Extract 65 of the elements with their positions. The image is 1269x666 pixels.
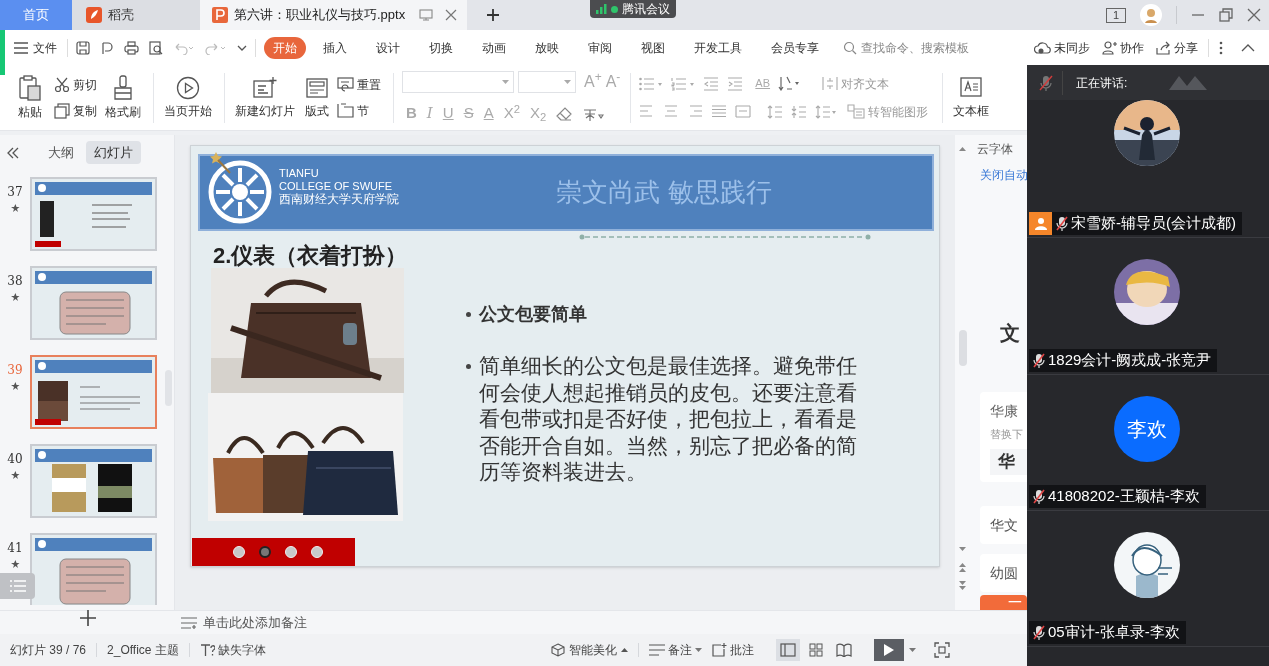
ribbon-tab[interactable]: 切换 [417, 36, 465, 59]
font-card[interactable]: 华文 [980, 506, 1027, 544]
slide-number: 40 [7, 451, 23, 468]
participant-name: 05审计-张卓录-李欢 [1048, 622, 1180, 643]
text-box-button[interactable]: 文本框 [953, 75, 990, 120]
section-button[interactable]: 节 [337, 101, 381, 120]
bullet-text: 公文包要简单 [479, 303, 587, 326]
slide-title: 2.仪表（衣着打扮） [213, 242, 408, 270]
slide-number: 38 [7, 273, 23, 290]
ribbon-tab[interactable]: 插入 [311, 36, 359, 59]
meeting-app-name: 腾讯会议 [622, 1, 670, 18]
panel-tab[interactable]: 幻灯片 [86, 140, 141, 165]
paste-button[interactable]: 粘贴 [10, 74, 50, 121]
search-field[interactable]: 查找命令、搜索模板 [861, 38, 991, 57]
font-card[interactable]: 华康 替换下 华 [980, 392, 1027, 482]
speaking-label: 正在讲话: [1076, 74, 1128, 92]
font-name: 华康 [990, 402, 1018, 420]
theme-button[interactable]: 2_Office 主题 [107, 641, 179, 659]
comments-button[interactable]: 批注 [711, 641, 754, 659]
slide-number: 37 [7, 184, 23, 201]
slide-number: 41 [7, 540, 23, 557]
notes-field[interactable]: 单击此处添加备注 [203, 612, 503, 633]
panel-tab[interactable]: 大纲 [40, 140, 82, 165]
copy-button[interactable]: 复制 [54, 101, 97, 120]
replace-hint: 替换下 [990, 428, 1023, 441]
cloud-fonts-dropdown[interactable]: 云字体 [977, 140, 1013, 158]
motto: 崇文尚武 敏思践行 [556, 176, 773, 209]
ribbon-tab[interactable]: 放映 [523, 36, 571, 59]
college-name: TIANFU [279, 167, 320, 180]
ribbon-tab[interactable]: 视图 [629, 36, 677, 59]
ribbon-tab[interactable]: 开发工具 [682, 36, 754, 59]
ribbon-tab[interactable]: 设计 [364, 36, 412, 59]
collaborate-button[interactable]: 协作 [1102, 38, 1144, 57]
participant-name: 1829会计-阙戎成-张竞尹 [1048, 350, 1212, 371]
tab[interactable]: 第六讲：职业礼仪与技巧.pptx [200, 0, 468, 30]
bullet-text: 简单细长的公文包是最佳选择。避免带任何会使人想起推销员的皮包。还要注意看看包带或扣是否好使，把包拉上，看看是否能开合自如。当然，别忘了把必备的简历等资料装进去。 [479, 353, 858, 485]
meeting-app-badge[interactable]: 腾讯会议 [590, 0, 676, 18]
layout-button[interactable]: 版式 [305, 75, 329, 120]
ribbon-tab[interactable]: 动画 [470, 36, 518, 59]
sync-button[interactable]: 未同步 [1034, 38, 1090, 57]
share-button[interactable]: 分享 [1156, 38, 1198, 57]
font-sample: 华 [990, 449, 1027, 475]
notes-button[interactable]: 备注 [648, 641, 702, 659]
participant-name: 41808202-王颖桔-李欢 [1048, 486, 1200, 507]
tab[interactable]: 稻壳 [72, 0, 200, 30]
ribbon-tab[interactable]: 审阅 [576, 36, 624, 59]
font-card[interactable]: 幼圆 [980, 554, 1027, 592]
participant-name: 宋雪娇-辅导员(会计成都) [1071, 213, 1236, 234]
initials-avatar: 李欢 [1114, 396, 1180, 462]
new-slide-button[interactable]: 新建幻灯片 [235, 75, 295, 120]
reset-button[interactable]: 重置 [337, 75, 381, 94]
file-menu[interactable]: 文件 [14, 38, 57, 57]
college-name: 西南财经大学天府学院 [279, 193, 399, 206]
slide-number: 39 [7, 362, 23, 379]
play-current-button[interactable]: 当页开始 [164, 75, 212, 120]
college-name: COLLEGE OF SWUFE [279, 180, 394, 193]
panel-heading: 文 [1000, 321, 1020, 346]
missing-fonts-button[interactable]: 缺失字体 [199, 641, 266, 659]
auto-close-link[interactable]: 关闭自动 [980, 166, 1028, 184]
format-painter-button[interactable]: 格式刷 [105, 74, 141, 121]
cut-button[interactable]: 剪切 [54, 75, 97, 94]
ribbon-tab[interactable]: 会员专享 [759, 36, 831, 59]
beautify-button[interactable]: 智能美化 [550, 641, 628, 659]
window-count-badge[interactable]: 1 [1106, 7, 1126, 23]
slide-position: 幻灯片 39 / 76 [10, 642, 87, 659]
